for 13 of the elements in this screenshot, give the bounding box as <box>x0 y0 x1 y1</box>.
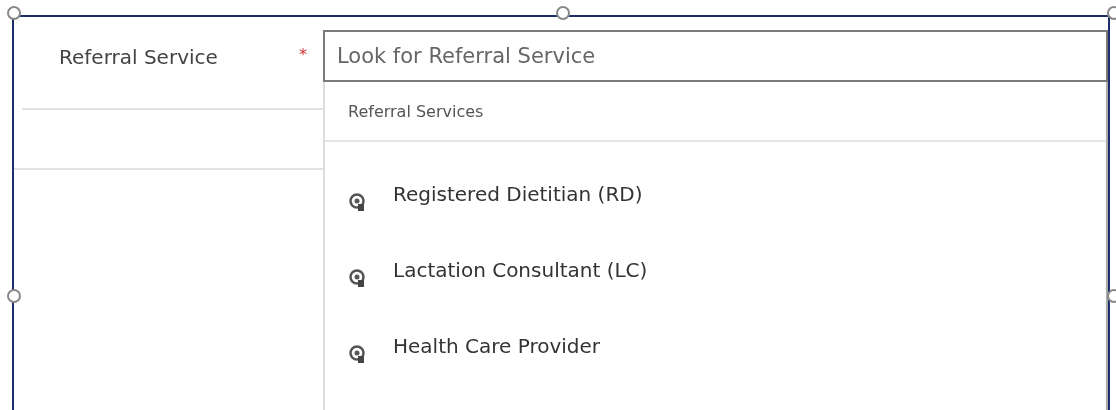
required-mark: * <box>299 45 307 64</box>
resize-handle[interactable] <box>555 5 571 21</box>
dropdown-item[interactable]: Registered Dietitian (RD) <box>325 182 1106 258</box>
dropdown-header: Referral Services <box>348 101 484 121</box>
record-icon <box>349 268 367 288</box>
field-label: Referral Service <box>59 45 219 69</box>
dropdown-item[interactable]: Lactation Consultant (LC) <box>325 258 1106 334</box>
record-icon <box>349 192 367 212</box>
search-field[interactable]: Look for Referral Service <box>323 30 1108 82</box>
resize-handle[interactable] <box>6 288 22 304</box>
dropdown-item[interactable]: Health Care Provider <box>325 334 1106 410</box>
resize-handle[interactable] <box>6 5 22 21</box>
record-icon <box>349 344 367 364</box>
